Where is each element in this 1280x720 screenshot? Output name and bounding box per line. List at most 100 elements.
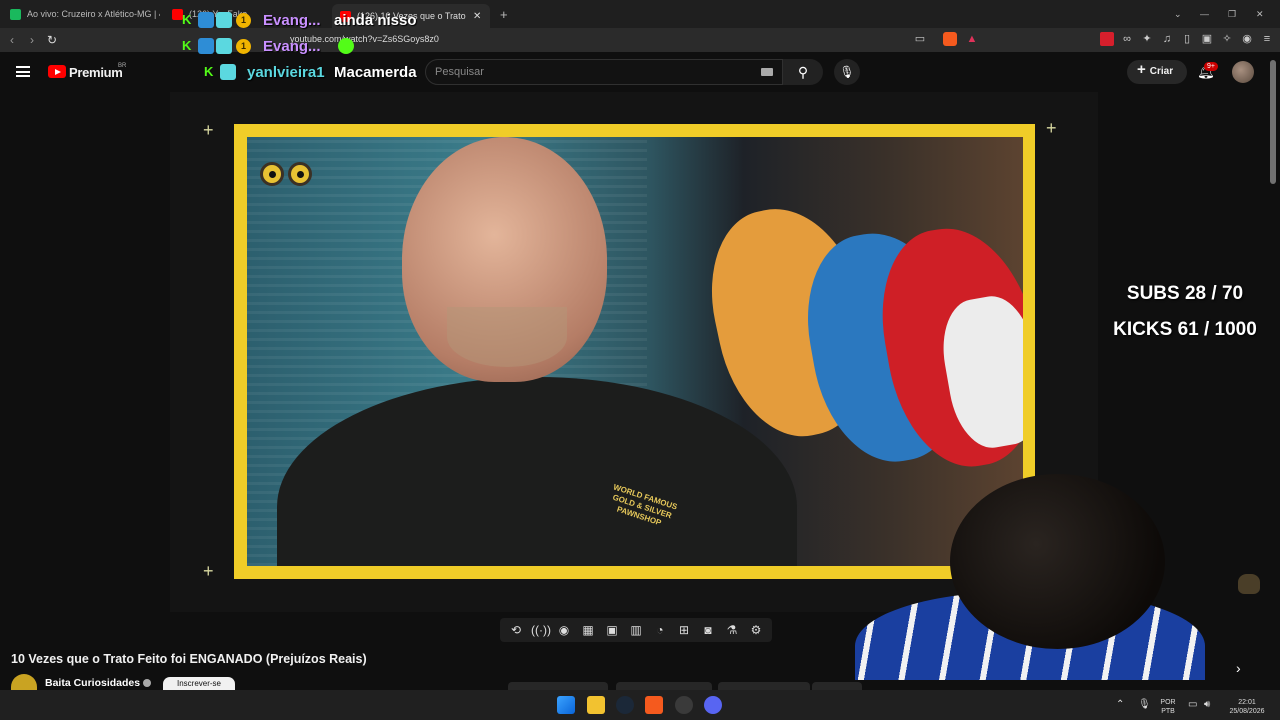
owl-eye [260,162,284,186]
brave-shield-icon[interactable] [943,32,957,46]
youtube-header: Premium BR Pesquisar ⚲ 🎙︎ + Criar 🔔︎ 9+ [0,52,1280,92]
watch-icon[interactable]: ◉ [555,623,573,637]
channel-name[interactable]: Baita Curiosidades [45,677,152,689]
new-tab-icon[interactable]: + [500,4,508,24]
extension-glasses-icon[interactable]: ∞ [1120,32,1134,46]
plus-icon: + [1137,61,1146,78]
cast-icon[interactable]: ▭ [913,32,927,46]
coin-badge: 1 [236,39,251,54]
minimize-icon[interactable]: — [1200,4,1209,24]
owl-mascot-icon [258,147,320,205]
page-scrollbar[interactable] [1270,60,1276,184]
windows-taskbar: ⌃ 🎙︎ POR PTB ▭ 🔊︎ 22:01 25/08/2026 [0,690,1280,720]
keyboard-layout: PTB [1161,708,1175,715]
save-button[interactable] [812,682,862,690]
flask-icon[interactable]: ⚗ [723,623,741,637]
sidebar-icon[interactable]: ▯ [1180,32,1194,46]
music-icon[interactable]: ♫ [1160,32,1174,46]
vpn-icon[interactable]: ◉ [1240,32,1254,46]
tab-favicon-icon [10,8,21,20]
add-box-icon[interactable]: ⊞ [675,623,693,637]
audio-wave-icon[interactable]: ((·)) [531,623,551,637]
language-indicator[interactable]: POR PTB [1158,698,1178,716]
notification-badge: 9+ [1204,62,1218,71]
wallet-icon[interactable]: ▣ [1200,32,1214,46]
reload-icon[interactable]: ↻ [47,33,57,47]
subscribe-button[interactable]: Inscrever-se [163,677,235,690]
brave-rewards-icon[interactable]: ▲ [965,32,979,46]
hamburger-menu-icon[interactable] [16,66,30,77]
brave-browser-icon[interactable] [645,696,663,714]
corner-plus-icon: + [203,120,214,140]
search-button[interactable]: ⚲ [783,59,823,85]
extensions-puzzle-icon[interactable]: ✦ [1140,32,1154,46]
chevron-right-icon[interactable]: › [1236,660,1241,676]
forward-icon[interactable]: › [30,33,34,47]
chat-message: Macamerda [334,64,417,81]
avatar[interactable] [1232,61,1254,83]
chat-username: Evang... [263,38,321,55]
close-window-icon[interactable]: ✕ [1256,4,1264,24]
steam-icon[interactable] [616,696,634,714]
microphone-icon[interactable]: 🎙︎ [1138,699,1151,710]
loop-icon[interactable]: ⟲ [507,623,525,637]
emote-icon [216,38,232,54]
search-placeholder: Pesquisar [435,66,484,78]
leo-ai-icon[interactable]: ✧ [1220,32,1234,46]
menu-icon[interactable]: ≡ [1260,32,1274,46]
tab-cruzeiro[interactable]: Ao vivo: Cruzeiro x Atlético-MG | 4º q [10,4,160,24]
microphone-icon: 🎙︎ [839,65,855,79]
clock-date: 25/08/2026 [1229,708,1265,715]
youtube-premium-logo[interactable]: Premium [69,65,123,80]
keyboard-icon[interactable] [761,68,773,76]
windows-start-icon[interactable] [557,696,575,714]
person-beard [447,307,567,367]
player-extension-toolbar: ⟲ ((·)) ◉ ▦ ▣ ▥ ◔ ⊞ ◙ ⚗ ⚙ [500,618,772,642]
tab-search-icon[interactable]: ⌄ [1174,4,1182,24]
like-button[interactable] [508,682,608,690]
clock[interactable]: 22:01 25/08/2026 [1222,698,1272,716]
volume-icon[interactable]: 🔊︎ [1204,699,1210,710]
kicks-goal: KICKS 61 / 1000 [1113,319,1257,340]
coin-badge: 1 [236,13,251,28]
channel-avatar[interactable] [11,674,37,690]
kick-badge-icon: K [182,12,192,27]
maximize-icon[interactable]: ❐ [1228,4,1236,24]
emote-icon [216,12,232,28]
back-icon[interactable]: ‹ [10,33,14,47]
streamer-webcam [855,474,1215,680]
owl-pupil [269,171,276,178]
webcam-hair [950,474,1165,649]
film-strip-icon[interactable]: ▥ [627,623,645,637]
settings-gear-icon[interactable]: ⚙ [747,623,765,637]
channel-name-text: Baita Curiosidades [45,677,141,689]
tab-close-icon[interactable]: ✕ [473,11,481,22]
create-button[interactable]: + Criar [1127,60,1187,84]
tab-title: Ao vivo: Cruzeiro x Atlético-MG | 4º q [27,9,160,19]
search-input[interactable]: Pesquisar [425,59,783,85]
corner-plus-icon: + [203,561,214,581]
network-icon[interactable]: ▭ [1188,699,1197,710]
share-button[interactable] [616,682,712,690]
screenshot-icon[interactable]: ◙ [699,623,717,637]
corner-plus-icon: + [1046,118,1057,138]
chevron-up-icon[interactable]: ⌃ [1116,699,1124,710]
create-label: Criar [1149,66,1174,77]
verified-icon [143,679,152,688]
download-button[interactable] [718,682,810,690]
extension-red-icon[interactable] [1100,32,1114,46]
obs-icon[interactable] [675,696,693,714]
chat-message: ainda nisso [334,12,417,29]
file-explorer-icon[interactable] [587,696,605,714]
voice-search-button[interactable]: 🎙︎ [834,59,860,85]
language-code: POR [1160,699,1176,706]
clapper-icon[interactable]: ▦ [579,623,597,637]
pip-icon[interactable]: ▣ [603,623,621,637]
video-title: 10 Vezes que o Trato Feito foi ENGANADO … [11,652,367,666]
speed-gauge-icon[interactable]: ◔ [651,623,669,637]
owl-eye [288,162,312,186]
kick-badge-icon: K [182,38,192,53]
youtube-logo-icon[interactable] [48,65,66,78]
discord-icon[interactable] [704,696,722,714]
emote-icon [198,38,214,54]
